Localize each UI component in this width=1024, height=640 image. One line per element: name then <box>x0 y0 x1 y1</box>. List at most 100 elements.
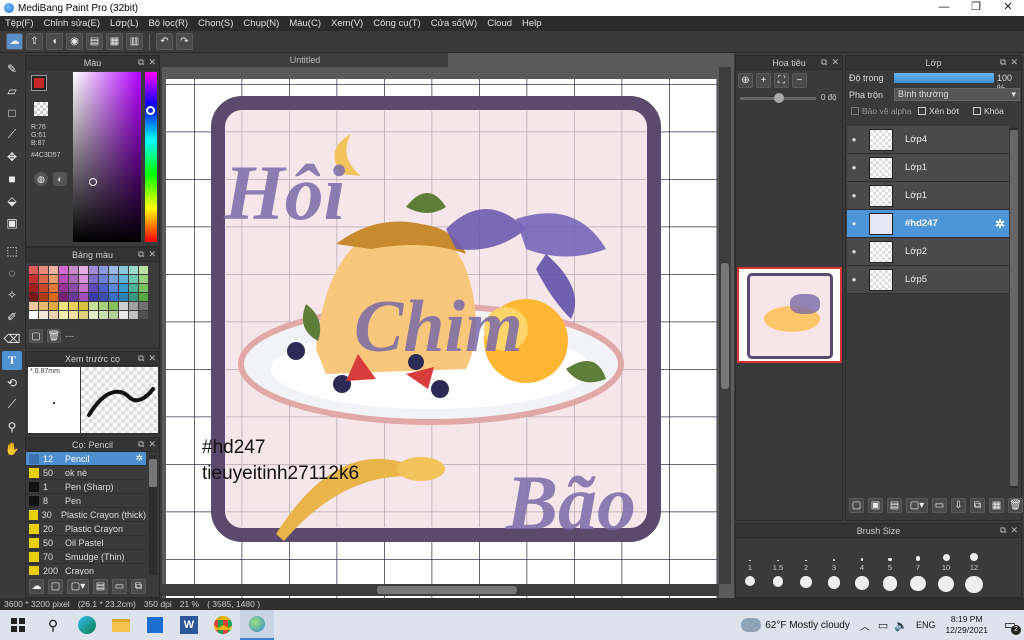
close-icon[interactable]: ✕ <box>1010 525 1018 536</box>
visibility-icon[interactable]: ● <box>847 163 861 172</box>
close-icon[interactable]: ✕ <box>831 57 839 68</box>
zoom-in-icon[interactable]: + <box>756 73 771 88</box>
lock-checkbox[interactable] <box>973 107 981 115</box>
saturation-value-picker[interactable] <box>73 72 141 242</box>
brush-list-item[interactable]: 20 Plastic Crayon <box>26 522 146 536</box>
select-rect-icon[interactable]: ⬚ <box>2 241 22 260</box>
color-mode-icon[interactable]: ◐ <box>53 172 67 186</box>
visibility-icon[interactable]: ● <box>847 275 861 284</box>
layer-row[interactable]: ● Lớp2 <box>847 238 1009 266</box>
palette-swatch[interactable] <box>39 302 48 310</box>
palette-swatch[interactable] <box>49 302 58 310</box>
menu-select[interactable]: Chọn(S) <box>193 18 238 29</box>
blend-mode-select[interactable]: Bình thường ▾ <box>894 88 1020 101</box>
palette-swatch[interactable] <box>79 284 88 292</box>
brush-list-item[interactable]: 70 Smudge (Thin) <box>26 550 146 564</box>
palette-swatch[interactable] <box>39 275 48 283</box>
layer-row[interactable]: ● #hd247 ✲ <box>847 210 1009 238</box>
menu-view[interactable]: Xem(V) <box>326 18 368 29</box>
menu-file[interactable]: Tệp(F) <box>0 18 39 29</box>
palette-more[interactable]: --- <box>65 331 74 341</box>
background-color[interactable] <box>34 102 48 116</box>
foreground-color[interactable] <box>31 75 47 91</box>
minimize-button[interactable]: — <box>928 0 960 16</box>
canvas-vscrollbar[interactable] <box>719 67 731 584</box>
palette-swatch[interactable] <box>59 302 68 310</box>
hand-icon[interactable]: ✋ <box>2 439 22 458</box>
document-canvas[interactable]: Hôi Chim Bão #hd247 tieuyeitinh27112k6 <box>166 79 717 623</box>
store-icon[interactable] <box>138 610 172 640</box>
word-icon[interactable]: W <box>172 610 206 640</box>
weather-text[interactable]: 62°F Mostly cloudy <box>765 620 850 631</box>
palette-swatch[interactable] <box>39 293 48 301</box>
menu-tools[interactable]: Công cụ(T) <box>368 18 426 29</box>
notification-icon[interactable]: ▭ 2 <box>996 610 1024 640</box>
menu-help[interactable]: Help <box>517 18 547 29</box>
brush-list-item[interactable]: 1 Pen (Sharp) <box>26 480 146 494</box>
new-8bit-layer-icon[interactable]: ▤ <box>887 498 902 513</box>
dot-tool-icon[interactable]: □ <box>2 103 22 122</box>
select-pen-icon[interactable]: ✐ <box>2 307 22 326</box>
clip-checkbox[interactable] <box>918 107 926 115</box>
palette-swatch[interactable] <box>129 266 138 274</box>
palette-swatch[interactable] <box>89 293 98 301</box>
brush-list-item[interactable]: 50 Oil Pastel <box>26 536 146 550</box>
brush-size-option[interactable] <box>820 576 848 593</box>
brush-size-option[interactable]: 10 <box>932 542 960 572</box>
palette-swatch[interactable] <box>29 284 38 292</box>
grid-icon[interactable]: ▦ <box>106 33 123 50</box>
palette-swatch[interactable] <box>99 311 108 319</box>
medibang-taskbar-icon[interactable] <box>240 610 274 640</box>
select-eraser-icon[interactable]: ⌫ <box>2 329 22 348</box>
chrome-icon[interactable] <box>206 610 240 640</box>
cloud-brush-icon[interactable]: ☁ <box>29 579 44 594</box>
palette-swatch[interactable] <box>49 275 58 283</box>
palette-swatch[interactable] <box>109 293 118 301</box>
chat-icon[interactable]: ◉ <box>66 33 83 50</box>
brush-size-option[interactable] <box>904 576 932 593</box>
palette-swatch[interactable] <box>99 266 108 274</box>
eraser-tool-icon[interactable]: ▱ <box>2 81 22 100</box>
palette-swatch[interactable] <box>139 293 148 301</box>
brush-size-option[interactable]: 1 <box>736 542 764 572</box>
lasso-icon[interactable]: ◌ <box>2 263 22 282</box>
comic-panel-icon[interactable]: ▥ <box>126 33 143 50</box>
palette-swatch[interactable] <box>29 266 38 274</box>
menu-layer[interactable]: Lớp(L) <box>105 18 143 29</box>
layer-row[interactable]: ● Lớp4 <box>847 126 1009 154</box>
brush-size-option[interactable] <box>932 576 960 593</box>
brush-size-option[interactable]: 5 <box>876 542 904 572</box>
language-indicator[interactable]: ENG <box>916 620 936 630</box>
pen-tool-icon[interactable]: ⟋ <box>2 125 22 144</box>
palette-swatch[interactable] <box>69 275 78 283</box>
palette-swatch[interactable] <box>139 275 148 283</box>
document-icon[interactable]: ▤ <box>86 33 103 50</box>
share-icon[interactable]: ⇪ <box>26 33 43 50</box>
add-swatch-icon[interactable]: ▢ <box>29 329 43 343</box>
rotation-handle[interactable] <box>774 93 784 103</box>
brush-size-option[interactable] <box>736 576 764 593</box>
layer-property-icon[interactable]: ▦ <box>989 498 1004 513</box>
eyedropper-icon[interactable]: ⚲ <box>2 417 22 436</box>
brush-size-option[interactable] <box>848 576 876 593</box>
brush-list-item[interactable]: 50 ok nè <box>26 466 146 480</box>
brush-size-option[interactable] <box>960 576 988 594</box>
palette-swatch[interactable] <box>39 266 48 274</box>
visibility-icon[interactable]: ● <box>847 191 861 200</box>
palette-swatch[interactable] <box>69 266 78 274</box>
palette-swatch[interactable] <box>99 302 108 310</box>
close-icon[interactable]: ✕ <box>1010 57 1018 68</box>
palette-swatches[interactable] <box>26 262 159 319</box>
menu-color[interactable]: Màu(C) <box>284 18 326 29</box>
palette-swatch[interactable] <box>129 293 138 301</box>
palette-swatch[interactable] <box>49 284 58 292</box>
redo-icon[interactable]: ↷ <box>176 33 193 50</box>
add-brush-menu-icon[interactable]: ▢▾ <box>67 579 89 594</box>
close-icon[interactable]: ✕ <box>148 439 156 450</box>
bucket-icon[interactable]: ⬙ <box>2 191 22 210</box>
brush-list-item[interactable]: 200 Crayon <box>26 564 146 575</box>
palette-swatch[interactable] <box>119 275 128 283</box>
brush-size-option[interactable]: 3 <box>820 542 848 572</box>
brush-list-item[interactable]: 12 Pencil ✲ <box>26 452 146 466</box>
palette-swatch[interactable] <box>139 266 148 274</box>
